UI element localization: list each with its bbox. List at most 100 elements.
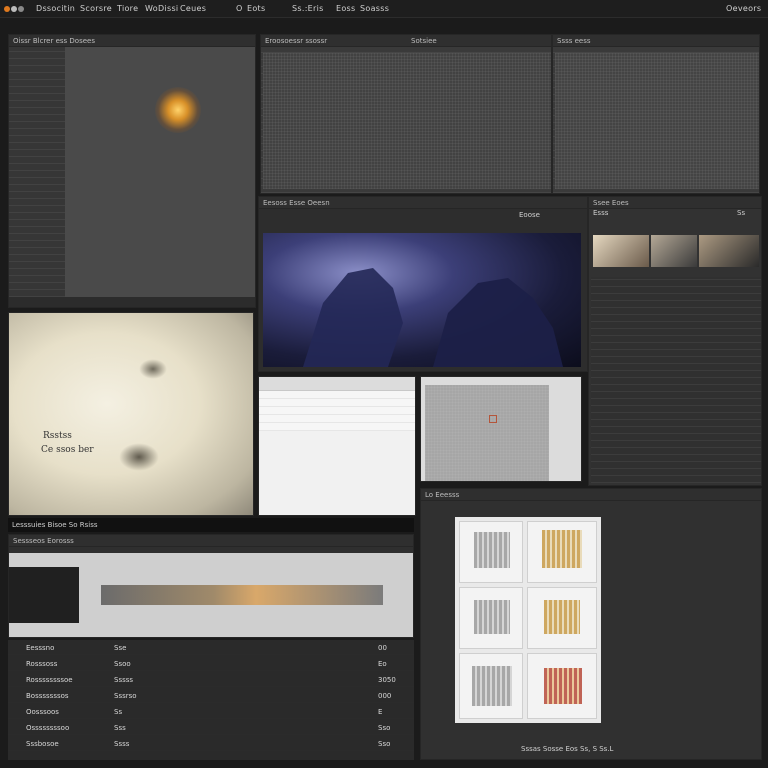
center-viewer-tab[interactable]: Eoose bbox=[519, 211, 540, 219]
cell-value: 3050 bbox=[378, 676, 396, 684]
center-viewer-panel: Eesoss Esse Oeesn Eoose bbox=[258, 196, 588, 372]
cell-type: Sse bbox=[114, 644, 127, 652]
beige-caption: Lesssuies Bisoe So Rsiss bbox=[8, 518, 414, 532]
cell-type: Ssss bbox=[114, 740, 130, 748]
menu-item-8[interactable]: Eots bbox=[247, 4, 265, 13]
cell-type: Sssss bbox=[114, 676, 134, 684]
cell-value: 000 bbox=[378, 692, 392, 700]
right-panel-header: Ssee Eoes bbox=[589, 197, 761, 209]
grid-thumb-2[interactable] bbox=[527, 521, 597, 583]
left-viewer-footer bbox=[9, 297, 255, 307]
table-row[interactable]: Oosssoos Ss E bbox=[8, 704, 414, 719]
data-table: Eesssno Sse 00 Rosssoss Ssoo Eo Rossssssssoe… bbox=[8, 640, 414, 760]
grid-thumb-4[interactable] bbox=[527, 587, 597, 649]
cell-name: Eesssno bbox=[26, 644, 55, 652]
menu-item-11[interactable]: Soasss bbox=[360, 4, 389, 13]
cell-value: 00 bbox=[378, 644, 387, 652]
beige-viewer-panel[interactable]: Rsstss Ce ssos ber bbox=[8, 312, 254, 516]
cell-name: Bosssssssos bbox=[26, 692, 69, 700]
grid-thumb-image bbox=[544, 600, 580, 634]
menu-item-4[interactable]: Wo bbox=[145, 4, 158, 13]
object-2 bbox=[119, 443, 159, 471]
cell-value: E bbox=[378, 708, 383, 716]
bottom-right-status: Sssas Sosse Eos Ss, S Ss.L bbox=[521, 745, 614, 753]
cell-type: Ss bbox=[114, 708, 123, 716]
center-viewer-canvas[interactable] bbox=[263, 233, 581, 367]
top-center-grid[interactable] bbox=[263, 53, 551, 189]
timeline-header: Sessseos Eorosss bbox=[9, 535, 413, 547]
app-logo-icon bbox=[4, 2, 26, 16]
menu-item-2[interactable]: Scorsre bbox=[80, 4, 112, 13]
grid-thumb-image bbox=[474, 600, 510, 634]
cell-value: Sso bbox=[378, 740, 391, 748]
object-1 bbox=[139, 359, 167, 379]
grid-thumb-6[interactable] bbox=[527, 653, 597, 719]
menu-item-5[interactable]: Dissi bbox=[158, 4, 178, 13]
right-panel: Ssee Eoes Esss Ss bbox=[588, 196, 762, 486]
white-panel[interactable] bbox=[258, 376, 416, 516]
timeline-clip[interactable] bbox=[101, 585, 383, 605]
left-viewer-header: Oissr Blcrer ess Dosees bbox=[9, 35, 255, 47]
grid-thumb-1[interactable] bbox=[459, 521, 523, 583]
menu-item-12[interactable]: Oeveors bbox=[726, 4, 761, 13]
cell-name: Ossssssssoo bbox=[26, 724, 70, 732]
menu-item-9[interactable]: Ss.:Eris bbox=[292, 4, 324, 13]
right-panel-tab[interactable]: Esss bbox=[593, 209, 608, 217]
menu-item-6[interactable]: Ceues bbox=[180, 4, 206, 13]
cell-type: Sssrso bbox=[114, 692, 137, 700]
white-panel-toolbar bbox=[259, 377, 415, 391]
grid-thumb-image bbox=[472, 666, 512, 706]
timeline-panel: Sessseos Eorosss bbox=[8, 534, 414, 638]
bottom-right-header: Lo Eeesss bbox=[421, 489, 761, 501]
right-panel-button[interactable]: Ss bbox=[737, 209, 745, 217]
grid-thumb-3[interactable] bbox=[459, 587, 523, 649]
center-viewer-header: Eesoss Esse Oeesn bbox=[259, 197, 587, 209]
thumbnail-3[interactable] bbox=[699, 235, 759, 267]
top-right-header: Ssss eess bbox=[553, 35, 759, 47]
left-viewer-sidebar bbox=[9, 47, 65, 297]
cell-name: Rossssssssoe bbox=[26, 676, 73, 684]
graph-marker[interactable] bbox=[489, 415, 497, 423]
thumbnail-grid bbox=[455, 517, 601, 723]
menu-item-3[interactable]: Tiore bbox=[117, 4, 138, 13]
grid-thumb-5[interactable] bbox=[459, 653, 523, 719]
grid-thumb-image bbox=[542, 530, 582, 568]
thumbnail-1[interactable] bbox=[593, 235, 649, 267]
menu-item-10[interactable]: Eoss bbox=[336, 4, 356, 13]
table-row[interactable]: Sssbosoe Ssss Sso bbox=[8, 736, 414, 751]
grid-thumb-image bbox=[544, 668, 582, 704]
cell-name: Oosssoos bbox=[26, 708, 59, 716]
table-row[interactable]: Eesssno Sse 00 bbox=[8, 640, 414, 655]
table-row[interactable]: Rossssssssoe Sssss 3050 bbox=[8, 672, 414, 687]
cell-value: Eo bbox=[378, 660, 387, 668]
timeline-marker bbox=[9, 567, 79, 623]
table-row[interactable]: Rosssoss Ssoo Eo bbox=[8, 656, 414, 671]
left-viewer-canvas[interactable] bbox=[65, 47, 255, 297]
menu-item-7[interactable]: O bbox=[236, 4, 243, 13]
top-center-tab[interactable]: Sotsiee bbox=[411, 37, 437, 45]
timeline-track[interactable] bbox=[9, 553, 413, 637]
top-right-grid[interactable] bbox=[555, 53, 759, 189]
creature-silhouettes bbox=[303, 268, 563, 367]
overlay-line-2: Ce ssos ber bbox=[41, 445, 94, 455]
top-center-header: Eroosoessr ssossr bbox=[261, 35, 551, 47]
white-panel-list[interactable] bbox=[259, 391, 415, 431]
table-row[interactable]: Bosssssssos Sssrso 000 bbox=[8, 688, 414, 703]
light-source bbox=[155, 87, 201, 133]
grid-thumb-image bbox=[474, 532, 510, 568]
thumbnail-2[interactable] bbox=[651, 235, 697, 267]
bottom-right-panel: Lo Eeesss Sssas Sosse Eos Ss, S Ss.L bbox=[420, 488, 762, 760]
cell-value: Sso bbox=[378, 724, 391, 732]
overlay-line-1: Rsstss bbox=[43, 431, 72, 441]
cell-type: Ssoo bbox=[114, 660, 131, 668]
cell-name: Sssbosoe bbox=[26, 740, 59, 748]
cell-name: Rosssoss bbox=[26, 660, 58, 668]
right-panel-list[interactable] bbox=[591, 277, 761, 483]
left-viewer-panel: Oissr Blcrer ess Dosees bbox=[8, 34, 256, 308]
table-row[interactable]: Ossssssssoo Sss Sso bbox=[8, 720, 414, 735]
graph-panel[interactable] bbox=[420, 376, 582, 482]
menu-item-1[interactable]: Dssocitin bbox=[36, 4, 75, 13]
top-center-panel: Eroosoessr ssossr Sotsiee bbox=[260, 34, 552, 194]
graph-canvas[interactable] bbox=[425, 385, 549, 481]
menu-bar: Dssocitin Scorsre Tiore Wo Dissi Ceues O… bbox=[0, 0, 768, 18]
